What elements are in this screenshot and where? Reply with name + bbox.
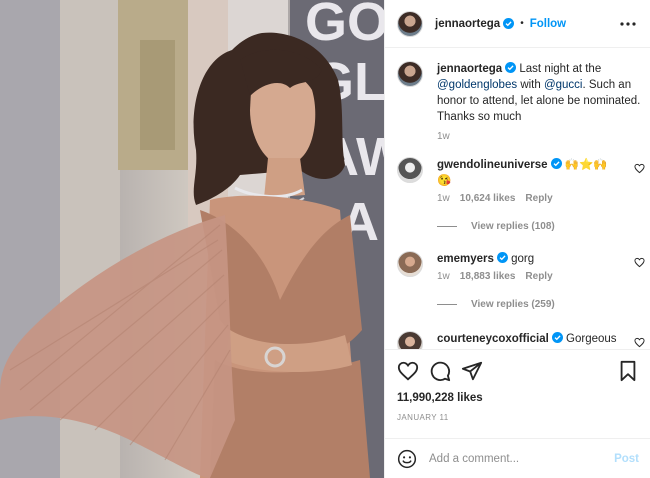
commenter-username[interactable]: ememyers	[437, 253, 494, 265]
bookmark-icon[interactable]	[617, 360, 639, 382]
verified-badge-icon	[503, 18, 515, 29]
likes-count[interactable]: 11,990,228 likes	[397, 392, 483, 404]
mention-goldenglobes[interactable]: @goldenglobes	[437, 79, 517, 91]
comment-meta: 1w 10,624 likes Reply	[437, 193, 553, 204]
replies-divider	[437, 304, 457, 305]
separator-dot: •	[520, 18, 524, 29]
verified-badge-icon	[505, 62, 517, 73]
comment-time[interactable]: 1w	[437, 193, 450, 204]
post-actions: 11,990,228 likes JANUARY 11	[385, 349, 650, 439]
comment-content: gorg	[511, 253, 535, 265]
heart-icon[interactable]	[634, 337, 645, 348]
view-replies-label: View replies (259)	[471, 299, 555, 310]
reply-button[interactable]: Reply	[525, 193, 552, 204]
post-header: jennaortega • Follow	[385, 0, 650, 48]
comment-input[interactable]	[429, 452, 599, 465]
add-comment-bar: Post	[385, 438, 650, 478]
caption-text: jennaortega Last night at the @goldenglo…	[437, 61, 643, 145]
heart-icon[interactable]	[397, 360, 419, 382]
post-comment-button[interactable]: Post	[614, 453, 639, 465]
commenter-username[interactable]: courteneycoxofficial	[437, 333, 549, 345]
heart-icon[interactable]	[634, 163, 645, 174]
view-replies-button[interactable]: View replies (259)	[437, 299, 555, 310]
mention-gucci[interactable]: @gucci	[544, 79, 583, 91]
author-username[interactable]: jennaortega	[435, 18, 500, 30]
more-options-icon[interactable]	[619, 15, 637, 33]
comment-icon[interactable]	[429, 360, 451, 382]
heart-icon[interactable]	[634, 257, 645, 268]
caption-part1: Last night at the	[519, 63, 602, 75]
commenter-avatar[interactable]	[397, 251, 423, 277]
comment-text: courteneycoxofficial Gorgeous	[437, 331, 617, 347]
emoji-icon[interactable]	[397, 449, 417, 469]
comment-text: gwendolineuniverse 🙌⭐🙌 😘	[437, 157, 617, 189]
caption-timestamp[interactable]: 1w	[437, 129, 643, 145]
verified-badge-icon	[551, 332, 563, 343]
commenter-avatar[interactable]	[397, 157, 423, 183]
author-avatar[interactable]	[397, 10, 423, 37]
follow-button[interactable]: Follow	[530, 18, 566, 30]
instagram-post: GO GL AW A	[0, 0, 650, 478]
post-photo[interactable]: GO GL AW A	[0, 0, 384, 478]
post-date[interactable]: JANUARY 11	[397, 413, 449, 422]
caption-avatar[interactable]	[397, 61, 423, 87]
comment-time[interactable]: 1w	[437, 271, 450, 282]
post-sidebar: jennaortega • Follow jennaortega Last ni…	[384, 0, 650, 478]
replies-divider	[437, 226, 457, 227]
share-icon[interactable]	[461, 360, 483, 382]
comment-likes[interactable]: 10,624 likes	[460, 193, 516, 204]
view-replies-label: View replies (108)	[471, 221, 555, 232]
photo-illustration: GO GL AW A	[0, 0, 384, 478]
caption-part2: with	[520, 79, 541, 91]
comments-section: jennaortega Last night at the @goldenglo…	[385, 49, 650, 349]
commenter-username[interactable]: gwendolineuniverse	[437, 159, 548, 171]
comment-content: Gorgeous	[566, 333, 617, 345]
caption-username[interactable]: jennaortega	[437, 63, 502, 75]
svg-text:GO: GO	[305, 0, 384, 52]
commenter-avatar[interactable]	[397, 331, 423, 349]
comment-meta: 1w 18,883 likes Reply	[437, 271, 553, 282]
comment-text: ememyers gorg	[437, 251, 617, 267]
comment-likes[interactable]: 18,883 likes	[460, 271, 516, 282]
view-replies-button[interactable]: View replies (108)	[437, 221, 555, 232]
verified-badge-icon	[496, 252, 508, 263]
verified-badge-icon	[550, 158, 562, 169]
reply-button[interactable]: Reply	[525, 271, 552, 282]
